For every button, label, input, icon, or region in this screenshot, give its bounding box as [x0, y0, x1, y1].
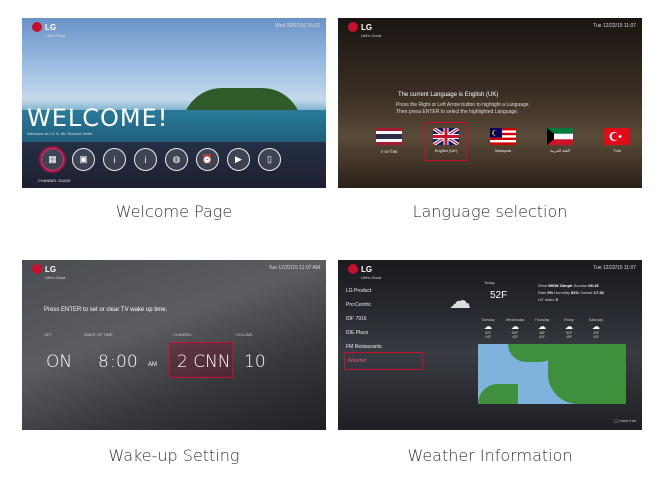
calendar-icon: ▦ — [48, 154, 57, 164]
language-screen: LG Life's Good Tue 12/22/15 11:07 The cur… — [338, 18, 642, 188]
weather-map[interactable] — [478, 344, 626, 404]
lg-logo: LG Life's Good — [32, 22, 65, 38]
tv-icon: ▶ — [235, 154, 242, 164]
menu-button-5[interactable]: ◍ — [165, 148, 188, 171]
datetime: Tue 12/22/15 11:07 AM — [268, 265, 320, 271]
language-thai[interactable]: ภาษาไทย — [374, 128, 404, 155]
weather-details: Wind WSW 23mph Sunrise 08:15 Rain 0% Hum… — [538, 283, 604, 302]
language-turkish[interactable]: Türk — [602, 128, 632, 155]
phone-icon: ▯ — [267, 154, 272, 164]
minute-value[interactable]: 00 — [116, 352, 138, 372]
language-list: ภาษาไทย English (UK) Malaysia اللغة العر… — [374, 122, 632, 161]
forecast-day: Wednesday ☁ 50F 43F — [505, 318, 525, 339]
menu-button-8[interactable]: ▯ — [258, 148, 281, 171]
uk-flag-icon — [433, 128, 459, 145]
alarm-icon: ⏰ — [201, 154, 214, 164]
menu-button-7[interactable]: ▶ — [227, 148, 250, 171]
current-language: The current Language is English (UK) — [398, 92, 499, 98]
menu-item-procentric[interactable]: Pro:Centric — [346, 298, 421, 312]
forecast: Tuesday ☁ 52F 44F Wednesday ☁ 50F 43F Thursday… — [480, 318, 604, 339]
lg-logo: LG Life's Good — [32, 264, 65, 280]
forecast-day: Saturday ☁ 49F 44F — [588, 318, 603, 339]
weather-screen: LG Life's Good Tue 12/22/15 11:07 LG Prod… — [338, 260, 642, 430]
language-malay[interactable]: Malaysia — [488, 128, 518, 155]
language-label: ภาษาไทย — [380, 149, 398, 154]
main-menu: ▦ ▣ i i ◍ ⏰ ▶ ▯ — [41, 148, 281, 171]
language-label: اللغة العربية — [550, 148, 570, 153]
language-english-uk[interactable]: English (UK) — [425, 122, 467, 161]
current-temp: 52F — [490, 290, 508, 301]
set-label: SET — [44, 332, 52, 337]
cloud-icon: ☁ — [449, 288, 471, 313]
forecast-day: Tuesday ☁ 52F 44F — [481, 318, 495, 339]
turkey-flag-icon — [604, 128, 630, 145]
wakeup-screen: LG Life's Good Tue 12/22/15 11:07 AM Pres… — [22, 260, 326, 430]
selected-menu-label: CHANNEL GUIDE — [38, 178, 71, 183]
language-label: Türk — [613, 148, 621, 153]
datetime: Tue 12/22/15 11:07 — [593, 265, 636, 271]
datetime: Tue 12/22/15 11:07 — [593, 23, 636, 29]
channel-guide-button[interactable]: ▦ — [41, 148, 64, 171]
caption-welcome: Welcome Page — [115, 202, 233, 221]
menu-item-4[interactable]: IDE Place — [346, 326, 421, 340]
channel-label: CHANNEL — [173, 332, 193, 337]
ampm-value[interactable]: AM — [148, 362, 157, 368]
menu-button-2[interactable]: ▣ — [72, 148, 95, 171]
cloud-icon: ☁ — [538, 322, 546, 331]
info-icon: i — [113, 154, 116, 165]
welcome-screen: LG Life's Good Wed 09/02/16 15:22 WELCOME… — [22, 18, 326, 188]
thailand-flag-icon — [376, 128, 402, 145]
malaysia-flag-icon — [490, 128, 516, 145]
caption-wakeup: Wake-up Setting — [108, 446, 240, 465]
wakeup-instruction: Press ENTER to set or clear TV wake up t… — [44, 307, 168, 313]
menu-button-4[interactable]: i — [134, 148, 157, 171]
globe-icon: ◍ — [172, 154, 181, 164]
datetime: Wed 09/02/16 15:22 — [275, 23, 320, 29]
menu-button-6[interactable]: ⏰ — [196, 148, 219, 171]
language-label: Malaysia — [495, 148, 511, 153]
menu-item-restaurants[interactable]: FM Restaurants — [346, 340, 421, 354]
instruction-1: Press the Right or Left Arrow button to … — [396, 102, 530, 108]
kuwait-flag-icon — [547, 128, 573, 145]
wakeup-time-label: WAKE UP TIME — [84, 332, 113, 337]
menu-item-weather[interactable]: Weather — [344, 352, 423, 370]
welcome-subtitle: Welcome to LG H. Mr. Richard Smith — [27, 131, 93, 136]
side-menu: LG Product Pro:Centric IDF 7916 IDE Plac… — [344, 284, 423, 370]
caption-language: Language selection — [412, 202, 568, 221]
gift-icon: ▣ — [79, 154, 88, 164]
set-value[interactable]: ON — [46, 352, 72, 372]
language-label: English (UK) — [434, 148, 458, 153]
caption-weather: Weather Information — [407, 446, 573, 465]
hour-value[interactable]: 8 — [98, 352, 109, 372]
today-label: Today — [484, 280, 495, 285]
cloud-icon: ☁ — [511, 322, 519, 331]
language-arabic[interactable]: اللغة العربية — [545, 128, 575, 155]
channel-value: 2 CNN — [177, 352, 231, 372]
forecast-day: Thursday ☁ 48F 41F — [534, 318, 550, 339]
cloud-icon: ☁ — [484, 322, 492, 331]
lg-logo: LG Life's Good — [348, 22, 381, 38]
info-icon: i — [144, 154, 147, 165]
forecast-day: Friday ☁ 51F 45F — [564, 318, 574, 339]
more-info[interactable]: ◯ more info — [614, 418, 636, 423]
menu-item-lg-product[interactable]: LG Product — [346, 284, 421, 298]
menu-button-3[interactable]: i — [103, 148, 126, 171]
welcome-title: WELCOME! — [27, 104, 169, 132]
volume-value[interactable]: 10 — [244, 352, 266, 372]
instruction-2: Then press ENTER to select the highlight… — [396, 109, 519, 115]
volume-label: VOLUME — [236, 332, 253, 337]
cloud-icon: ☁ — [565, 322, 573, 331]
lg-logo: LG Life's Good — [348, 264, 381, 280]
menu-item-3[interactable]: IDF 7916 — [346, 312, 421, 326]
cloud-icon: ☁ — [592, 322, 600, 331]
